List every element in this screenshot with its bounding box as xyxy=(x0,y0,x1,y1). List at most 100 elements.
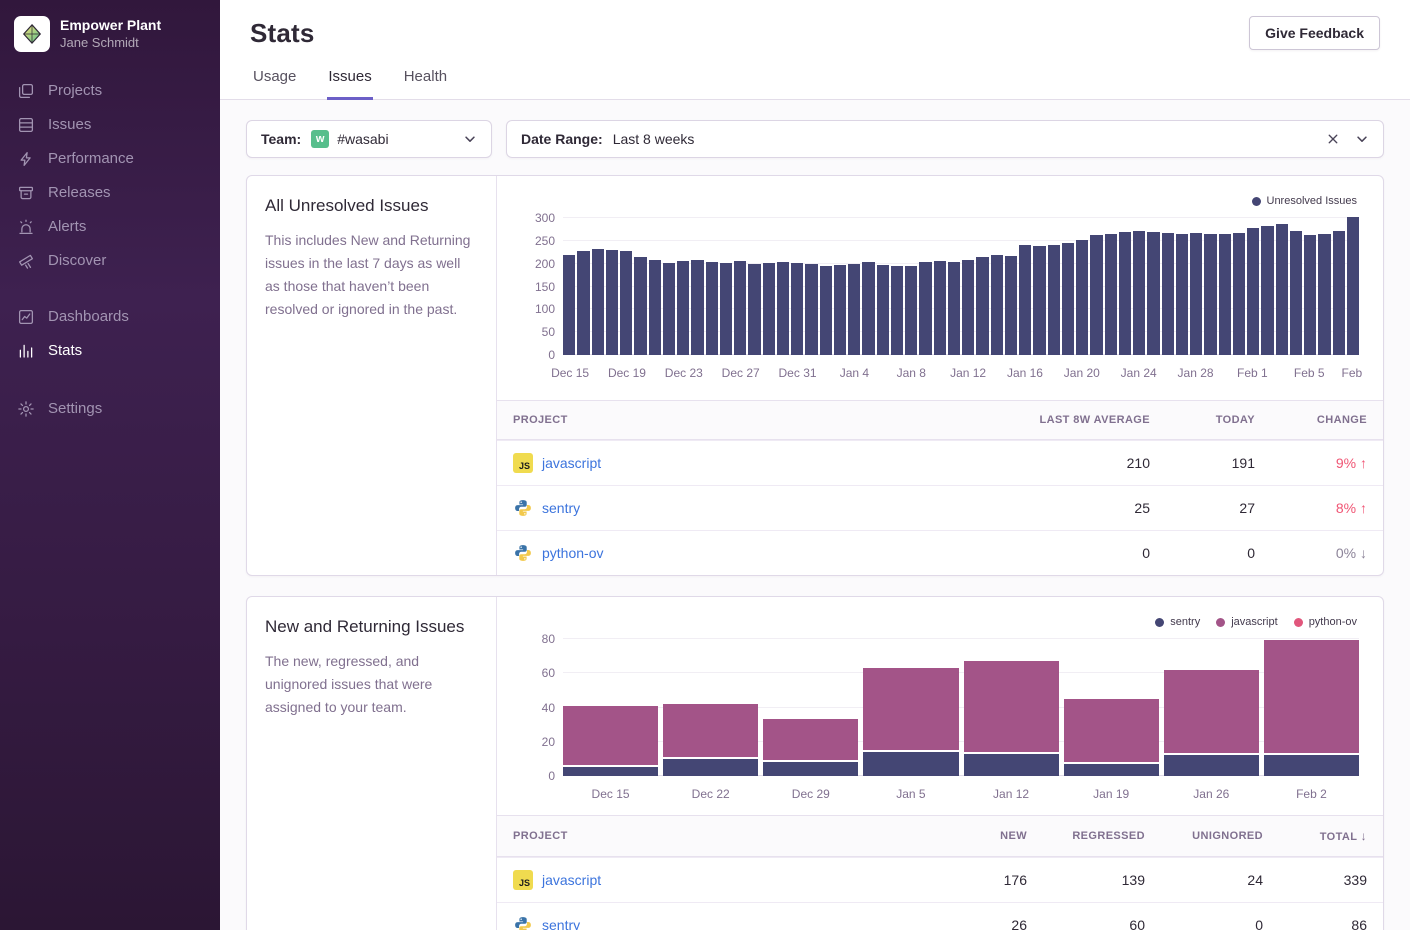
team-filter-label: Team: xyxy=(261,131,301,147)
project-link[interactable]: javascript xyxy=(542,872,601,888)
y-tick-label: 200 xyxy=(511,258,555,270)
x-tick-label: Jan 28 xyxy=(1178,366,1214,380)
bar xyxy=(1119,232,1131,355)
arrow-up-icon: ↑ xyxy=(1360,500,1367,516)
change-cell: 0% ↓ xyxy=(1255,533,1367,573)
bar xyxy=(1147,232,1159,355)
bar xyxy=(734,261,746,355)
x-tick-label: Jan 26 xyxy=(1164,783,1259,801)
bar xyxy=(1261,226,1273,355)
project-link[interactable]: sentry xyxy=(542,500,580,516)
bar xyxy=(649,260,661,355)
sidebar-item-discover[interactable]: Discover xyxy=(0,244,220,278)
new-returning-issues-table: PROJECTNEWREGRESSEDUNIGNOREDTOTAL ↓JSjav… xyxy=(497,815,1383,930)
tab-issues[interactable]: Issues xyxy=(327,68,372,100)
value-cell: 25 xyxy=(945,488,1150,528)
bar xyxy=(1076,240,1088,355)
org-avatar xyxy=(14,16,50,52)
org-user: Jane Schmidt xyxy=(60,35,161,51)
chart-legend: Unresolved Issues xyxy=(515,192,1357,210)
x-tick-label: Feb 1 xyxy=(1237,366,1268,380)
sidebar-item-settings[interactable]: Settings xyxy=(0,392,220,426)
y-tick-label: 150 xyxy=(511,281,555,293)
bar xyxy=(592,249,604,355)
bar xyxy=(1333,231,1345,355)
bar xyxy=(577,251,589,355)
sidebar-item-dashboards[interactable]: Dashboards xyxy=(0,300,220,334)
table-row: sentry25278% ↑ xyxy=(497,485,1383,530)
bar xyxy=(820,266,832,356)
sidebar-item-issues[interactable]: Issues xyxy=(0,108,220,142)
legend-item: python-ov xyxy=(1294,616,1357,628)
bar-segment xyxy=(1164,755,1259,776)
sidebar-item-alerts[interactable]: Alerts xyxy=(0,210,220,244)
bar xyxy=(934,261,946,355)
sort-desc-icon: ↓ xyxy=(1361,829,1367,843)
project-link[interactable]: sentry xyxy=(542,917,580,930)
unresolved-issues-chart: Unresolved Issues050100150200250300Dec 1… xyxy=(515,192,1365,386)
y-tick-label: 50 xyxy=(511,326,555,338)
tab-health[interactable]: Health xyxy=(403,68,448,100)
org-identity: Empower Plant Jane Schmidt xyxy=(60,17,161,51)
team-filter[interactable]: Team: w #wasabi xyxy=(246,120,492,158)
org-logo-icon xyxy=(21,23,43,45)
bar xyxy=(563,255,575,355)
main-area: Stats Give Feedback UsageIssuesHealth Te… xyxy=(220,0,1410,930)
project-cell: JSjavascript xyxy=(513,858,915,902)
sidebar-item-label: Releases xyxy=(48,185,111,202)
alerts-icon xyxy=(17,218,35,236)
sidebar-item-stats[interactable]: Stats xyxy=(0,334,220,368)
x-tick-label: Jan 19 xyxy=(1064,783,1159,801)
x-tick-label: Dec 19 xyxy=(608,366,646,380)
bar xyxy=(834,265,846,355)
new-returning-issues-chart: sentryjavascriptpython-ov020406080Dec 15… xyxy=(515,613,1365,801)
bar xyxy=(1176,234,1188,355)
project-link[interactable]: javascript xyxy=(542,455,601,471)
bar xyxy=(1247,228,1259,355)
x-axis: Dec 15Dec 19Dec 23Dec 27Dec 31Jan 4Jan 8… xyxy=(563,362,1359,386)
column-header-total[interactable]: TOTAL ↓ xyxy=(1263,816,1367,856)
bar xyxy=(1019,245,1031,355)
give-feedback-button[interactable]: Give Feedback xyxy=(1249,16,1380,50)
content-area: Team: w #wasabi Date Range: Last 8 weeks xyxy=(220,100,1410,930)
x-tick-label: Jan 8 xyxy=(897,366,926,380)
app-root: Empower Plant Jane Schmidt ProjectsIssue… xyxy=(0,0,1410,930)
x-axis: Dec 15Dec 22Dec 29Jan 5Jan 12Jan 19Jan 2… xyxy=(563,783,1359,801)
bar-segment xyxy=(763,719,858,760)
chart-legend: sentryjavascriptpython-ov xyxy=(515,613,1357,631)
table-header-row: PROJECTNEWREGRESSEDUNIGNOREDTOTAL ↓ xyxy=(497,816,1383,857)
y-tick-label: 100 xyxy=(511,303,555,315)
column-header-project: PROJECT xyxy=(513,401,945,439)
bar-segment xyxy=(563,706,658,766)
tab-usage[interactable]: Usage xyxy=(252,68,297,100)
unresolved-issues-table: PROJECTLAST 8W AVERAGETODAYCHANGEJSjavas… xyxy=(497,400,1383,575)
date-range-filter[interactable]: Date Range: Last 8 weeks xyxy=(506,120,1384,158)
bar-segment xyxy=(1264,755,1359,776)
x-tick-label: Jan 20 xyxy=(1064,366,1100,380)
project-link[interactable]: python-ov xyxy=(542,545,603,561)
column-header-today: TODAY xyxy=(1150,401,1255,439)
sidebar-item-releases[interactable]: Releases xyxy=(0,176,220,210)
x-tick-label: Dec 27 xyxy=(722,366,760,380)
bar xyxy=(606,250,618,355)
x-tick-label: Dec 23 xyxy=(665,366,703,380)
bar-segment xyxy=(663,704,758,757)
js-icon: JS xyxy=(513,453,533,473)
org-switcher[interactable]: Empower Plant Jane Schmidt xyxy=(0,0,220,72)
value-cell: 139 xyxy=(1027,860,1145,900)
bar xyxy=(1233,233,1245,355)
sidebar-item-performance[interactable]: Performance xyxy=(0,142,220,176)
arrow-up-icon: ↑ xyxy=(1360,455,1367,471)
legend-label: sentry xyxy=(1170,616,1200,628)
legend-dot xyxy=(1294,618,1303,627)
sidebar-item-projects[interactable]: Projects xyxy=(0,74,220,108)
legend-dot xyxy=(1216,618,1225,627)
legend-label: python-ov xyxy=(1309,616,1357,628)
python-icon xyxy=(513,915,533,930)
bar-segment xyxy=(964,661,1059,752)
value-cell: 210 xyxy=(945,443,1150,483)
sidebar-item-label: Settings xyxy=(48,401,102,418)
clear-date-icon[interactable] xyxy=(1327,133,1339,145)
value-cell: 27 xyxy=(1150,488,1255,528)
bar-series xyxy=(563,218,1359,355)
